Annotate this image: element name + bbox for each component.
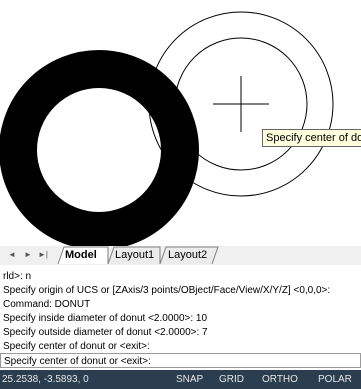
tab-layout1[interactable]: Layout1	[115, 246, 154, 264]
crosshair-cursor	[213, 76, 269, 132]
donut-ring	[0, 50, 199, 246]
drawing-svg	[0, 11, 334, 246]
history-line: Specify center of donut or <exit>:	[3, 341, 150, 352]
polar-toggle[interactable]: POLAR	[318, 370, 352, 389]
status-bar: 25.2538, -3.5893, 0 SNAP GRID ORTHO POLA…	[0, 370, 361, 389]
tab-layout2[interactable]: Layout2	[168, 246, 207, 264]
command-line-input[interactable]: Specify center of donut or <exit>:	[0, 353, 361, 368]
ortho-toggle[interactable]: ORTHO	[262, 370, 298, 389]
layout-tab-bar: ◄ ► ►| Model Layout1 Layout2	[0, 246, 361, 266]
snap-toggle[interactable]: SNAP	[176, 370, 203, 389]
drawing-canvas[interactable]: Specify center of donut or <exit>:	[0, 0, 361, 246]
tab-model[interactable]: Model	[65, 246, 97, 264]
history-line: Specify origin of UCS or [ZAxis/3 points…	[3, 285, 331, 296]
dynamic-input-tooltip: Specify center of donut or <exit>:	[262, 129, 361, 147]
history-line: Command: DONUT	[3, 299, 91, 310]
coordinate-readout: 25.2538, -3.5893, 0	[2, 374, 89, 385]
command-history: rld>: n Specify origin of UCS or [ZAxis/…	[0, 270, 361, 352]
grid-toggle[interactable]: GRID	[219, 370, 244, 389]
filled-donut[interactable]	[0, 50, 199, 246]
history-line: Specify outside diameter of donut <2.000…	[3, 327, 208, 338]
history-line: Specify inside diameter of donut <2.0000…	[3, 313, 208, 324]
history-line: rld>: n	[3, 271, 32, 282]
